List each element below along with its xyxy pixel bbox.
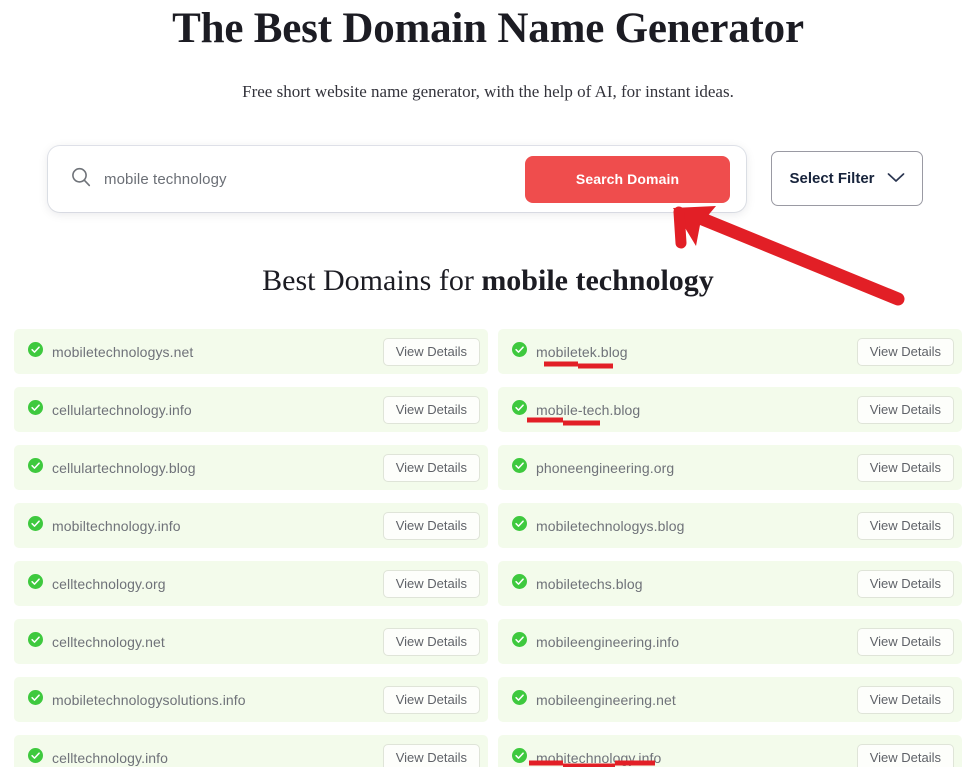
check-circle-icon [512,341,527,362]
domain-column-right: mobiletek.blog View Details mobile-tech.bl… [488,329,962,767]
domain-row[interactable]: celltechnology.org View Details [14,561,488,606]
results-heading: Best Domains for mobile technology [0,262,976,300]
domain-name: celltechnology.net [52,633,165,650]
check-circle-icon [512,515,527,536]
domain-row[interactable]: cellulartechnology.blog View Details [14,445,488,490]
domain-row[interactable]: mobiletechnologysolutions.info View Detai… [14,677,488,722]
domain-row[interactable]: mobiletechs.blog View Details [498,561,962,606]
domain-row[interactable]: celltechnology.info View Details [14,735,488,767]
view-details-button[interactable]: View Details [856,395,954,424]
domain-row[interactable]: mobiletek.blog View Details [498,329,962,374]
search-domain-button[interactable]: Search Domain [525,155,730,203]
search-bar: Search Domain Select Filter [48,146,928,212]
domain-row[interactable]: mobitechnology.info View Details [498,735,962,767]
domain-name: mobiletechnologysolutions.info [52,691,246,708]
domain-column-left: mobiletechnologys.net View Details cellula… [14,329,488,767]
domain-row[interactable]: mobileengineering.net View Details [498,677,962,722]
view-details-button[interactable]: View Details [382,395,480,424]
check-circle-icon [28,573,43,594]
domain-name: mobiletechs.blog [536,575,643,592]
check-circle-icon [28,341,43,362]
domain-row[interactable]: mobileengineering.info View Details [498,619,962,664]
domain-name: phoneengineering.org [536,459,675,476]
view-details-button[interactable]: View Details [856,685,954,714]
check-circle-icon [28,457,43,478]
view-details-button[interactable]: View Details [382,511,480,540]
domain-row[interactable]: cellulartechnology.info View Details [14,387,488,432]
domain-name: mobile-tech.blog [536,401,641,418]
domain-row[interactable]: mobiltechnology.info View Details [14,503,488,548]
select-filter-dropdown[interactable]: Select Filter [771,151,923,206]
search-input[interactable] [104,170,525,188]
check-circle-icon [512,689,527,710]
chevron-down-icon [887,170,905,187]
view-details-button[interactable]: View Details [382,337,480,366]
domain-name: mobiletechnologys.blog [536,517,685,534]
view-details-button[interactable]: View Details [856,569,954,598]
domain-name: mobiletek.blog [536,343,628,360]
check-circle-icon [512,573,527,594]
domain-results-grid: mobiletechnologys.net View Details cellula… [14,329,962,767]
view-details-button[interactable]: View Details [856,627,954,656]
domain-row[interactable]: mobiletechnologys.blog View Details [498,503,962,548]
domain-row[interactable]: celltechnology.net View Details [14,619,488,664]
view-details-button[interactable]: View Details [382,569,480,598]
view-details-button[interactable]: View Details [382,453,480,482]
domain-row[interactable]: phoneengineering.org View Details [498,445,962,490]
search-shell: Search Domain [48,146,746,212]
check-circle-icon [28,747,43,767]
domain-name: mobileengineering.info [536,633,680,650]
domain-name: celltechnology.org [52,575,166,592]
check-circle-icon [28,689,43,710]
search-field[interactable] [48,146,525,212]
domain-name: mobiltechnology.info [52,517,181,534]
page-title: The Best Domain Name Generator [172,5,804,52]
domain-name: cellulartechnology.info [52,401,192,418]
check-circle-icon [512,631,527,652]
domain-name: celltechnology.info [52,749,169,766]
page-subtitle: Free short website name generator, with … [242,82,734,101]
check-circle-icon [512,457,527,478]
domain-name: mobiletechnologys.net [52,343,194,360]
check-circle-icon [28,399,43,420]
view-details-button[interactable]: View Details [856,453,954,482]
domain-row[interactable]: mobile-tech.blog View Details [498,387,962,432]
check-circle-icon [512,399,527,420]
view-details-button[interactable]: View Details [382,627,480,656]
results-heading-prefix: Best Domains for [262,264,482,297]
check-circle-icon [512,747,527,767]
view-details-button[interactable]: View Details [856,337,954,366]
domain-name: mobitechnology.info [536,749,662,766]
domain-name: mobileengineering.net [536,691,676,708]
check-circle-icon [28,515,43,536]
domain-row[interactable]: mobiletechnologys.net View Details [14,329,488,374]
select-filter-label: Select Filter [789,170,875,187]
view-details-button[interactable]: View Details [382,743,480,767]
search-icon [70,166,92,193]
view-details-button[interactable]: View Details [856,743,954,767]
check-circle-icon [28,631,43,652]
domain-name: cellulartechnology.blog [52,459,196,476]
view-details-button[interactable]: View Details [382,685,480,714]
results-heading-keyword: mobile technology [481,264,714,297]
view-details-button[interactable]: View Details [856,511,954,540]
